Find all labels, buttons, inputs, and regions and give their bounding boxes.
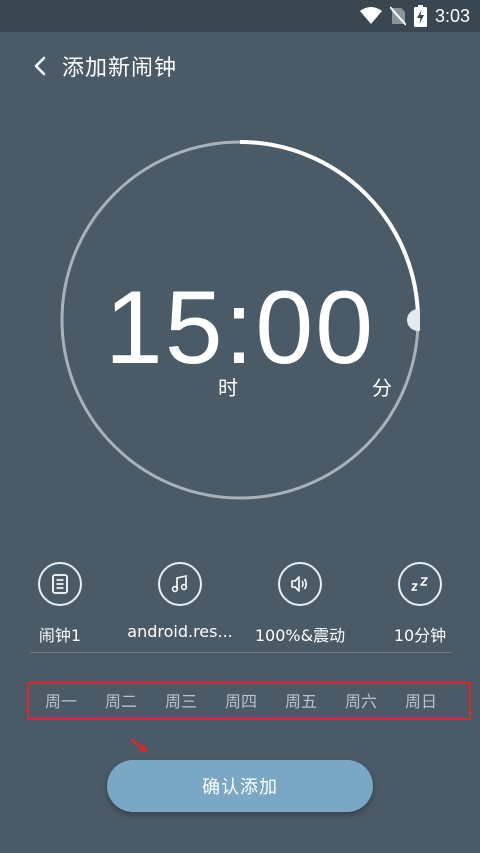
- weekday-mon[interactable]: 周一: [35, 688, 87, 712]
- weekday-tue[interactable]: 周二: [95, 688, 147, 712]
- status-time: 3:03: [434, 5, 470, 26]
- option-label: android.res...: [127, 622, 233, 641]
- option-alarm-name[interactable]: 闹钟1: [0, 562, 120, 652]
- option-label: 100%&震动: [254, 626, 346, 645]
- status-icons: 3:03: [359, 4, 470, 28]
- music-note-icon: [171, 575, 188, 593]
- divider: [30, 652, 452, 653]
- pointer-arrow-icon: [130, 738, 148, 752]
- weekday-fri[interactable]: 周五: [275, 688, 327, 712]
- chevron-left-icon: [34, 56, 46, 76]
- back-button[interactable]: [20, 46, 60, 86]
- weekday-selector: 周一 周二 周三 周四 周五 周六 周日: [27, 682, 471, 720]
- note-list-icon: [52, 574, 68, 594]
- option-label: 闹钟1: [38, 626, 82, 645]
- hour-unit-label: 时: [218, 376, 238, 400]
- option-ringtone[interactable]: android.res...: [120, 562, 240, 652]
- weekday-sun[interactable]: 周日: [395, 688, 447, 712]
- no-sim-icon: [389, 6, 406, 26]
- volume-icon: [291, 576, 308, 592]
- alarm-options: 闹钟1 android.res... 100%&震动 10分钟: [0, 562, 480, 652]
- option-snooze[interactable]: 10分钟: [360, 562, 480, 652]
- selected-time: 15:00: [104, 270, 376, 386]
- snooze-icon: [411, 577, 428, 591]
- title-bar: 添加新闹钟: [0, 40, 480, 92]
- battery-charging-icon: [413, 5, 427, 27]
- status-bar: 3:03: [0, 0, 480, 32]
- minute-unit-label: 分: [372, 376, 392, 400]
- option-volume[interactable]: 100%&震动: [240, 562, 360, 652]
- page-title: 添加新闹钟: [62, 56, 178, 81]
- wifi-icon: [359, 7, 382, 24]
- confirm-add-button[interactable]: 确认添加: [107, 760, 373, 812]
- option-label: 10分钟: [393, 626, 447, 645]
- weekday-wed[interactable]: 周三: [155, 688, 207, 712]
- weekday-thu[interactable]: 周四: [215, 688, 267, 712]
- weekday-sat[interactable]: 周六: [335, 688, 387, 712]
